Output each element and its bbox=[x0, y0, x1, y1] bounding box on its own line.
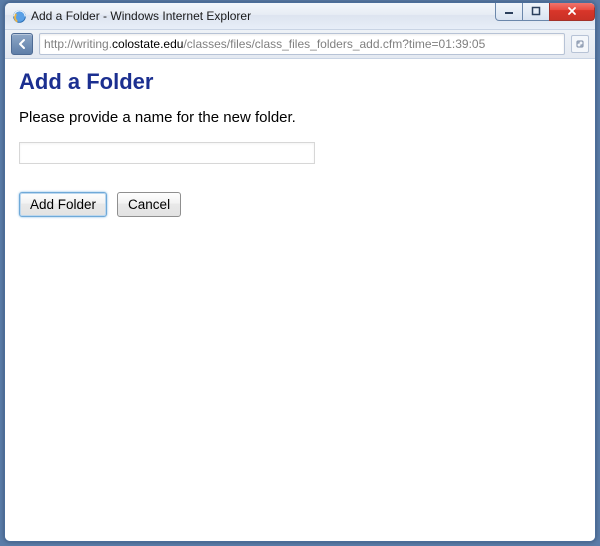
add-folder-button[interactable]: Add Folder bbox=[19, 192, 107, 217]
prompt-text: Please provide a name for the new folder… bbox=[19, 109, 579, 126]
close-button[interactable] bbox=[549, 2, 595, 21]
address-bar[interactable]: http://writing.colostate.edu/classes/fil… bbox=[39, 33, 565, 55]
address-bar-row: http://writing.colostate.edu/classes/fil… bbox=[5, 30, 595, 59]
cancel-button[interactable]: Cancel bbox=[117, 192, 181, 217]
window-controls bbox=[496, 2, 595, 22]
maximize-button[interactable] bbox=[522, 2, 550, 21]
titlebar: Add a Folder - Windows Internet Explorer bbox=[5, 3, 595, 30]
folder-name-input[interactable] bbox=[19, 142, 315, 164]
url-path: /classes/files/class_files_folders_add.c… bbox=[183, 37, 485, 51]
url-protocol: http:// bbox=[44, 37, 74, 51]
url-host-pre: writing. bbox=[74, 37, 112, 51]
page-heading: Add a Folder bbox=[19, 69, 579, 95]
url-host: colostate.edu bbox=[112, 37, 183, 51]
ie-icon bbox=[11, 8, 27, 24]
button-row: Add Folder Cancel bbox=[19, 192, 579, 217]
minimize-button[interactable] bbox=[495, 2, 523, 21]
page-content: Add a Folder Please provide a name for t… bbox=[5, 59, 595, 541]
nav-back-button[interactable] bbox=[11, 33, 33, 55]
window-frame: Add a Folder - Windows Internet Explorer… bbox=[4, 2, 596, 542]
compatibility-view-icon[interactable] bbox=[571, 35, 589, 53]
